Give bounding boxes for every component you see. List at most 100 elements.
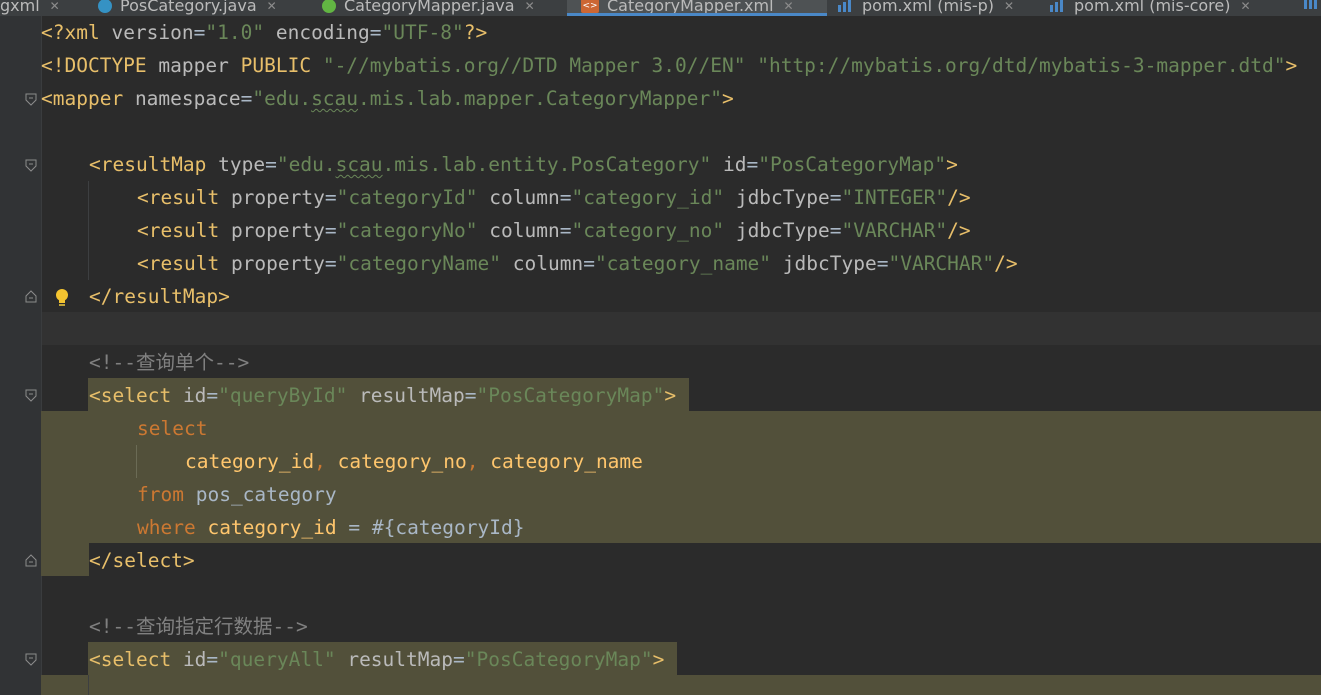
closing-tag: </select>	[89, 549, 195, 572]
attr-name: property	[230, 186, 325, 209]
attr-name: id	[182, 648, 207, 671]
sql-operator: =	[348, 516, 361, 539]
sql-keyword: from	[137, 483, 184, 506]
attr-value: .mis.lab.entity.PosCategory"	[382, 153, 712, 176]
code-editor[interactable]: <?xml version="1.0" encoding="UTF-8"?> <…	[0, 16, 1321, 695]
fold-toggle-icon[interactable]	[25, 389, 37, 402]
attr-value: "1.0"	[205, 21, 265, 44]
tag-name: <resultMap	[89, 153, 207, 176]
code-line: <mapper namespace="edu.scau.mis.lab.mapp…	[41, 87, 734, 110]
attr-value: "UTF-8"	[381, 21, 464, 44]
attr-name: column	[489, 186, 560, 209]
tag-punct: ?>	[463, 21, 488, 44]
attr-name: resultMap	[359, 384, 465, 407]
interface-icon	[322, 0, 336, 13]
attr-value: "queryById"	[218, 384, 348, 407]
fold-toggle-icon[interactable]	[25, 93, 37, 106]
xml-file-icon: <>	[581, 0, 599, 13]
sql-keyword: where	[137, 516, 196, 539]
typo-warning: scau	[335, 153, 383, 176]
attr-name: resultMap	[347, 648, 453, 671]
attr-name: jdbcType	[735, 219, 830, 242]
tag-punct: />	[947, 186, 971, 209]
attr-value: "categoryId"	[336, 186, 478, 209]
tag-punct: >	[664, 384, 677, 407]
attr-value: .mis.lab.mapper.CategoryMapper"	[358, 87, 722, 110]
attr-value: "category_no"	[571, 219, 725, 242]
sql-separator: ,	[466, 450, 479, 473]
sql-column: category_no	[337, 450, 467, 473]
attr-value: "categoryNo"	[336, 219, 478, 242]
tab-categorymapper-java[interactable]: CategoryMapper.java ✕	[322, 0, 535, 16]
attr-name: namespace	[134, 87, 241, 110]
tab-pom-mis-core[interactable]: pom.xml (mis-core) ✕	[1050, 0, 1251, 16]
doctype-keyword: <!DOCTYPE	[41, 54, 147, 77]
attr-value: "http://mybatis.org/dtd/mybatis-3-mapper…	[757, 54, 1286, 77]
sql-table: pos_category	[195, 483, 337, 506]
code-line: category_id, category_no, category_name	[185, 445, 643, 478]
tag-punct: />	[994, 252, 1018, 275]
tab-label: CategoryMapper.java	[344, 0, 515, 15]
attr-name: jdbcType	[735, 186, 830, 209]
more-tabs-icon[interactable]	[1304, 0, 1317, 9]
code-line: select	[137, 412, 207, 445]
tab-gxml[interactable]: gxml ✕	[0, 0, 60, 16]
attr-value: "INTEGER"	[841, 186, 948, 209]
tab-poscategory-java[interactable]: PosCategory.java ✕	[98, 0, 277, 16]
attr-name: column	[512, 252, 584, 275]
sql-column: category_id	[185, 450, 315, 473]
tag-punct: >	[721, 87, 734, 110]
attr-name: property	[230, 219, 325, 242]
fold-end-icon[interactable]	[25, 290, 37, 303]
code-line: <result property="categoryNo" column="ca…	[137, 219, 971, 242]
fold-toggle-icon[interactable]	[25, 159, 37, 172]
sql-column: category_name	[490, 450, 643, 473]
fold-end-icon[interactable]	[25, 554, 37, 567]
close-icon[interactable]: ✕	[525, 0, 535, 13]
tab-pom-mis-p[interactable]: pom.xml (mis-p) ✕	[838, 0, 1014, 16]
attr-value: "queryAll"	[218, 648, 336, 671]
code-line: </resultMap>	[89, 280, 230, 313]
code-line: <result property="categoryName" column="…	[137, 252, 1018, 275]
attr-name: property	[230, 252, 325, 275]
class-icon	[98, 0, 112, 13]
maven-icon	[1050, 0, 1066, 12]
tag-name: <result	[137, 252, 220, 275]
code-line: <!--查询单个-->	[89, 346, 249, 379]
tab-categorymapper-xml[interactable]: <> CategoryMapper.xml ✕	[567, 0, 827, 16]
attr-value: "PosCategoryMap"	[476, 384, 665, 407]
close-icon[interactable]: ✕	[1240, 0, 1250, 13]
code-line: where category_id = #{categoryId}	[137, 511, 524, 544]
close-icon[interactable]: ✕	[1004, 0, 1014, 13]
tag-name: <select	[89, 384, 172, 407]
editor-tab-bar: gxml ✕ PosCategory.java ✕ CategoryMapper…	[0, 0, 1321, 16]
attr-name: encoding	[275, 21, 370, 44]
close-icon[interactable]: ✕	[267, 0, 277, 13]
attr-name: column	[489, 219, 560, 242]
attr-value: "category_id"	[571, 186, 725, 209]
tag-name: <mapper	[41, 87, 124, 110]
doctype-word: mapper	[158, 54, 229, 77]
fold-toggle-icon[interactable]	[25, 653, 37, 666]
attr-name: id	[723, 153, 747, 176]
close-icon[interactable]: ✕	[784, 0, 794, 13]
attr-name: jdbcType	[782, 252, 877, 275]
attr-value: "VARCHAR"	[888, 252, 995, 275]
tag-punct: />	[947, 219, 971, 242]
attr-value: "VARCHAR"	[841, 219, 948, 242]
attr-value: "-//mybatis.org//DTD Mapper 3.0//EN"	[322, 54, 746, 77]
code-line: <select id="queryAll" resultMap="PosCate…	[89, 648, 665, 671]
close-icon[interactable]: ✕	[50, 0, 60, 13]
gutter	[0, 16, 41, 695]
attr-value: "PosCategoryMap"	[758, 153, 947, 176]
code-line: <resultMap type="edu.scau.mis.lab.entity…	[89, 153, 958, 176]
tab-label: pom.xml (mis-p)	[862, 0, 994, 15]
tag-punct: >	[652, 648, 665, 671]
attr-value: "PosCategoryMap"	[464, 648, 653, 671]
tag-name: <select	[89, 648, 172, 671]
lightbulb-icon[interactable]	[53, 288, 71, 308]
attr-value: "categoryName"	[336, 252, 501, 275]
xml-comment: <!--查询指定行数据-->	[89, 615, 308, 638]
code-line: </select>	[89, 544, 195, 577]
sql-parameter: #{categoryId}	[371, 516, 525, 539]
